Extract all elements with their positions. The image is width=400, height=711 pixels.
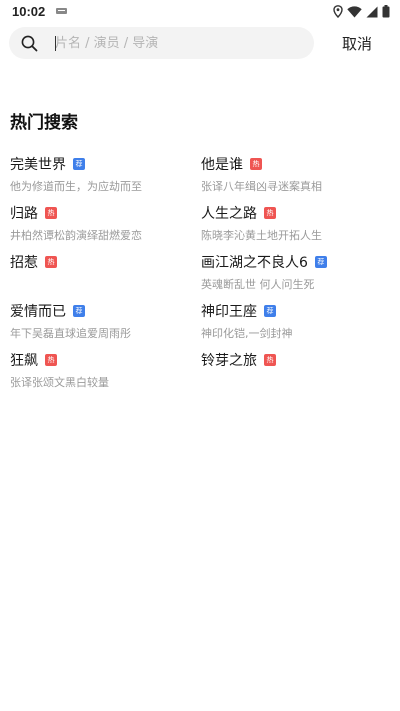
recommend-badge: 荐: [264, 305, 276, 317]
hot-badge: 热: [45, 207, 57, 219]
section-title-hot-search: 热门搜索: [10, 113, 78, 133]
hot-search-item[interactable]: 招惹热: [10, 253, 201, 302]
status-icons: [333, 5, 390, 18]
item-description: 张译八年缉凶寻迷案真相: [201, 180, 322, 193]
item-title: 爱情而已: [10, 304, 66, 320]
hot-search-item[interactable]: 狂飙热 张译张颂文黑白较量: [10, 351, 201, 400]
item-title: 完美世界: [10, 157, 66, 173]
hot-search-item[interactable]: 完美世界荐 他为修道而生，为应劫而至: [10, 155, 201, 204]
item-description: 张译张颂文黑白较量: [10, 376, 109, 389]
text-cursor: [55, 36, 56, 51]
search-box[interactable]: [9, 27, 314, 59]
item-description: 他为修道而生，为应劫而至: [10, 180, 142, 193]
hot-search-item[interactable]: 铃芽之旅热: [201, 351, 390, 400]
item-title: 人生之路: [201, 206, 257, 222]
hot-search-item[interactable]: 神印王座荐 神印化铠,一剑封神: [201, 302, 390, 351]
item-title: 铃芽之旅: [201, 353, 257, 369]
hot-badge: 热: [45, 256, 57, 268]
recommend-badge: 荐: [73, 158, 85, 170]
hot-badge: 热: [264, 354, 276, 366]
item-title: 他是谁: [201, 157, 243, 173]
hot-search-item[interactable]: 他是谁热 张译八年缉凶寻迷案真相: [201, 155, 390, 204]
battery-icon: [382, 5, 390, 18]
hot-search-item[interactable]: 归路热 井柏然谭松韵演绎甜燃爱恋: [10, 204, 201, 253]
signal-icon: [366, 6, 378, 17]
item-title: 神印王座: [201, 304, 257, 320]
item-description: 神印化铠,一剑封神: [201, 327, 293, 340]
recommend-badge: 荐: [73, 305, 85, 317]
hot-search-item[interactable]: 人生之路热 陈晓李沁黄土地开拓人生: [201, 204, 390, 253]
search-icon: [21, 35, 38, 52]
item-description: 井柏然谭松韵演绎甜燃爱恋: [10, 229, 142, 242]
hot-search-list: 完美世界荐 他为修道而生，为应劫而至 他是谁热 张译八年缉凶寻迷案真相 归路热 …: [10, 155, 390, 400]
status-bar: 10:02: [0, 0, 400, 24]
item-description: 陈晓李沁黄土地开拓人生: [201, 229, 322, 242]
item-title: 画江湖之不良人6: [201, 255, 308, 271]
search-input[interactable]: [55, 33, 305, 53]
wifi-icon: [347, 5, 362, 17]
item-title: 招惹: [10, 255, 38, 271]
item-title: 狂飙: [10, 353, 38, 369]
hot-badge: 热: [264, 207, 276, 219]
notification-icon: [56, 8, 67, 14]
item-description: 年下吴磊直球追爱周雨彤: [10, 327, 131, 340]
hot-search-item[interactable]: 画江湖之不良人6 荐 英魂断乱世 何人问生死: [201, 253, 390, 302]
hot-badge: 热: [45, 354, 57, 366]
recommend-badge: 荐: [314, 256, 327, 268]
location-icon: [333, 5, 343, 18]
hot-search-item[interactable]: 爱情而已荐 年下吴磊直球追爱周雨彤: [10, 302, 201, 351]
status-time: 10:02: [12, 4, 46, 19]
item-title: 归路: [10, 206, 38, 222]
hot-badge: 热: [250, 158, 262, 170]
item-description: 英魂断乱世 何人问生死: [201, 278, 315, 291]
cancel-button[interactable]: 取消: [342, 33, 372, 54]
